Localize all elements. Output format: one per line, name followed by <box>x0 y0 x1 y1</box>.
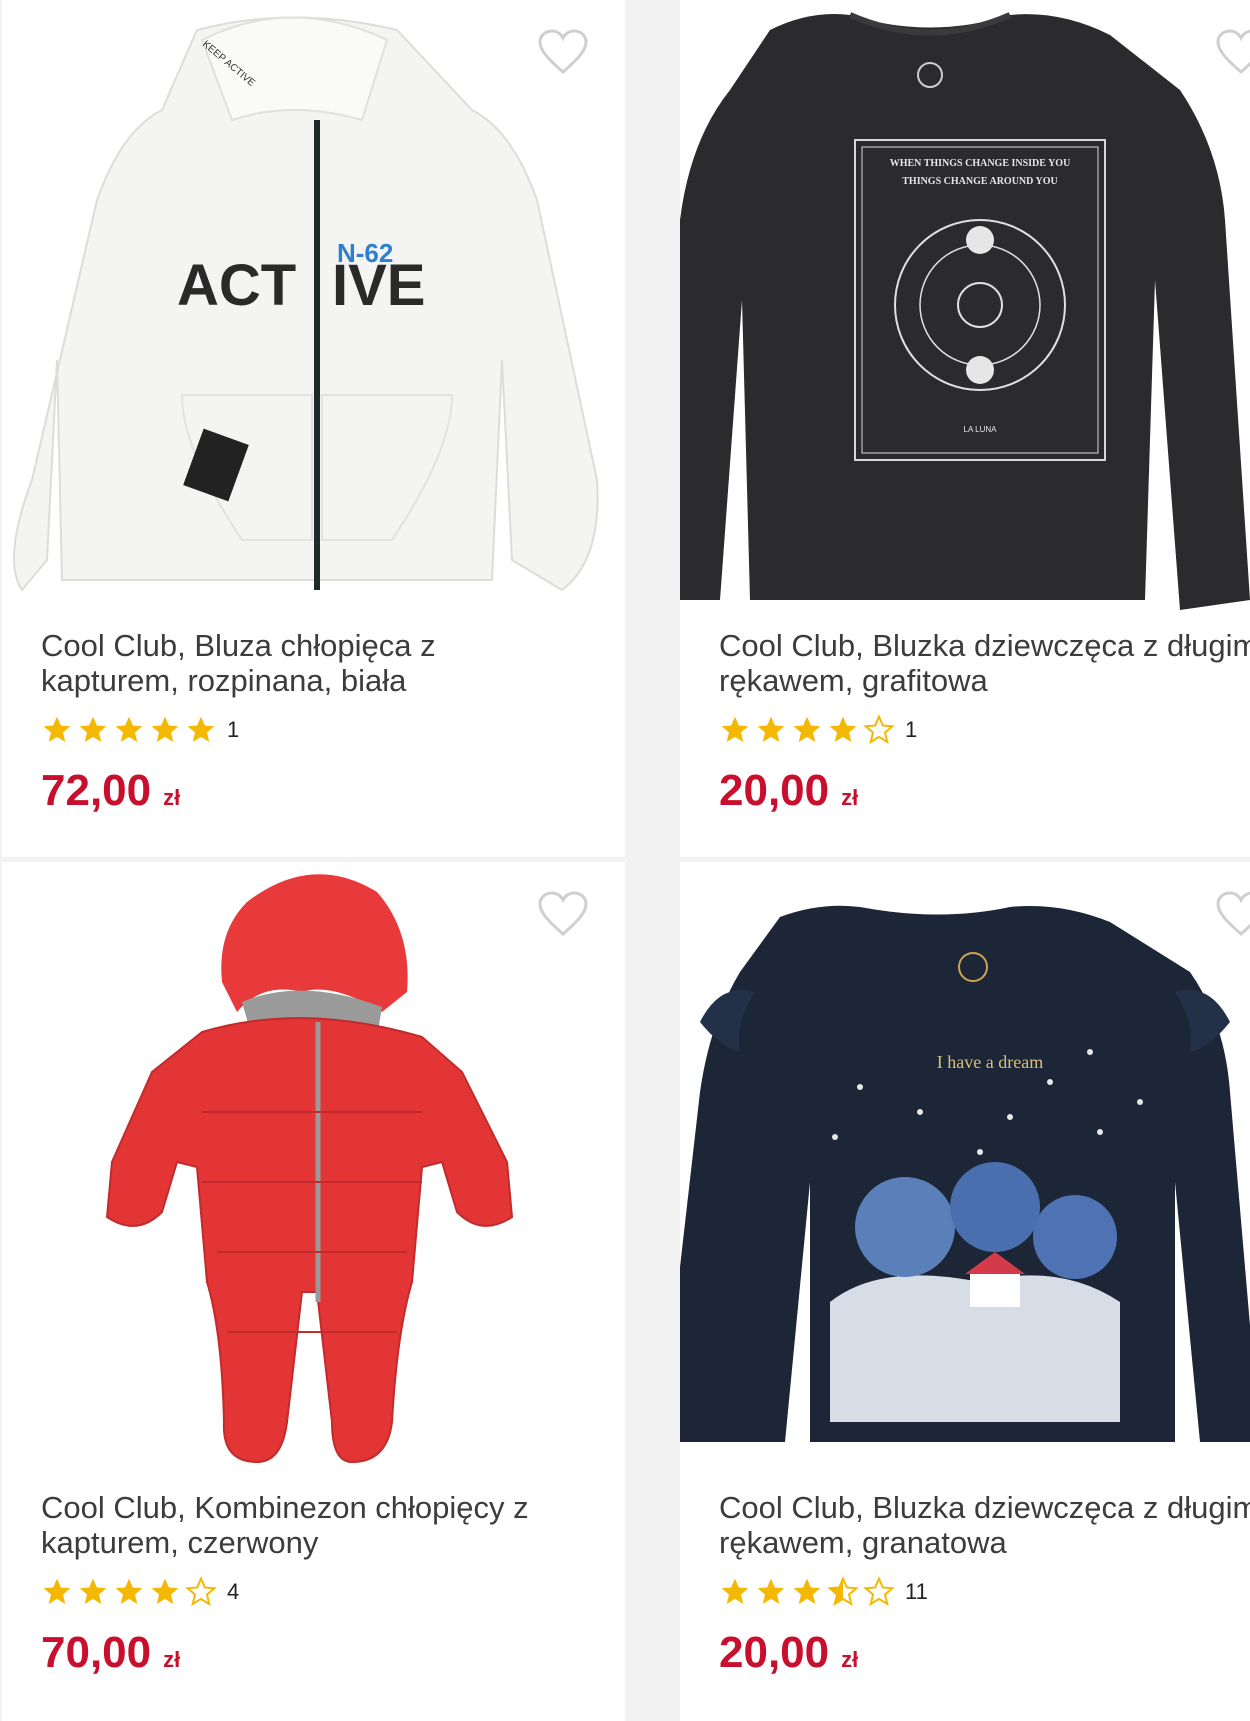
star-half-icon <box>827 1576 859 1607</box>
rating-count: 1 <box>227 717 240 742</box>
tee-print-dream: I have a dream <box>937 1052 1043 1072</box>
price-currency: zł <box>163 785 181 810</box>
product-title[interactable]: Cool Club, Kombinezon chłopięcy z kaptur… <box>41 1490 581 1560</box>
price-currency: zł <box>163 1647 181 1672</box>
star-filled-icon <box>793 1578 821 1604</box>
product-title[interactable]: Cool Club, Bluza chłopięca z kapturem, r… <box>41 628 581 698</box>
tee-print-line2: THINGS CHANGE AROUND YOU <box>902 176 1057 187</box>
product-image-hoodie[interactable]: ACT IVE N-62 KEEP ACTIVE <box>2 0 625 610</box>
product-image-longsleeve-navy[interactable]: I have a dream <box>680 862 1250 1472</box>
price: 20,00 zł <box>719 1628 858 1678</box>
rating-stars: 4 <box>41 1576 239 1608</box>
star-filled-icon <box>79 1578 107 1604</box>
rating-count: 4 <box>227 1579 240 1604</box>
price: 72,00 zł <box>41 766 180 816</box>
star-filled-icon <box>757 716 785 742</box>
star-filled-icon <box>757 1578 785 1604</box>
price: 70,00 zł <box>41 1628 180 1678</box>
price-amount: 70,00 <box>41 1628 152 1677</box>
price-amount: 20,00 <box>719 1628 830 1677</box>
product-card[interactable]: Cool Club, Kombinezon chłopięcy z kaptur… <box>2 862 625 1721</box>
product-title[interactable]: Cool Club, Bluzka dziewczęca z długim rę… <box>719 1490 1250 1560</box>
heart-icon[interactable] <box>537 28 589 76</box>
star-filled-icon <box>151 1578 179 1604</box>
star-filled-icon <box>187 716 215 742</box>
product-card[interactable]: ACT IVE N-62 KEEP ACTIVE Cool Club, Bluz… <box>2 0 625 857</box>
rating-stars: 11 <box>719 1576 928 1608</box>
star-filled-icon <box>721 716 749 742</box>
rating-count: 1 <box>905 717 918 742</box>
star-filled-icon <box>793 716 821 742</box>
product-image-snowsuit[interactable] <box>2 862 625 1472</box>
price-currency: zł <box>841 785 859 810</box>
hoodie-print-act: ACT <box>177 253 296 318</box>
star-filled-icon <box>115 716 143 742</box>
star-filled-icon <box>43 716 71 742</box>
star-filled-icon <box>829 716 857 742</box>
star-filled-icon <box>721 1578 749 1604</box>
price-amount: 20,00 <box>719 766 830 815</box>
hoodie-print-n62: N-62 <box>337 238 393 268</box>
rating-stars: 1 <box>719 714 917 746</box>
star-filled-icon <box>151 716 179 742</box>
product-card[interactable]: I have a dream Cool Club, Bluzka dziewcz… <box>680 862 1250 1721</box>
star-empty-icon <box>185 1576 217 1607</box>
tee-print-laluna: LA LUNA <box>964 425 998 434</box>
heart-icon[interactable] <box>1215 890 1250 938</box>
tee-print-line1: WHEN THINGS CHANGE INSIDE YOU <box>890 158 1071 169</box>
rating-count: 11 <box>905 1579 928 1604</box>
star-empty-icon <box>863 1576 895 1607</box>
product-grid: ACT IVE N-62 KEEP ACTIVE Cool Club, Bluz… <box>0 0 1250 1721</box>
heart-icon[interactable] <box>1215 28 1250 76</box>
star-filled-icon <box>43 1578 71 1604</box>
product-card[interactable]: WHEN THINGS CHANGE INSIDE YOU THINGS CHA… <box>680 0 1250 857</box>
heart-icon[interactable] <box>537 890 589 938</box>
product-title[interactable]: Cool Club, Bluzka dziewczęca z długim rę… <box>719 628 1250 698</box>
rating-stars: 1 <box>41 714 239 746</box>
product-image-longsleeve-graphite[interactable]: WHEN THINGS CHANGE INSIDE YOU THINGS CHA… <box>680 0 1250 610</box>
price-currency: zł <box>841 1647 859 1672</box>
star-filled-icon <box>115 1578 143 1604</box>
star-empty-icon <box>863 714 895 745</box>
price-amount: 72,00 <box>41 766 152 815</box>
star-filled-icon <box>79 716 107 742</box>
price: 20,00 zł <box>719 766 858 816</box>
